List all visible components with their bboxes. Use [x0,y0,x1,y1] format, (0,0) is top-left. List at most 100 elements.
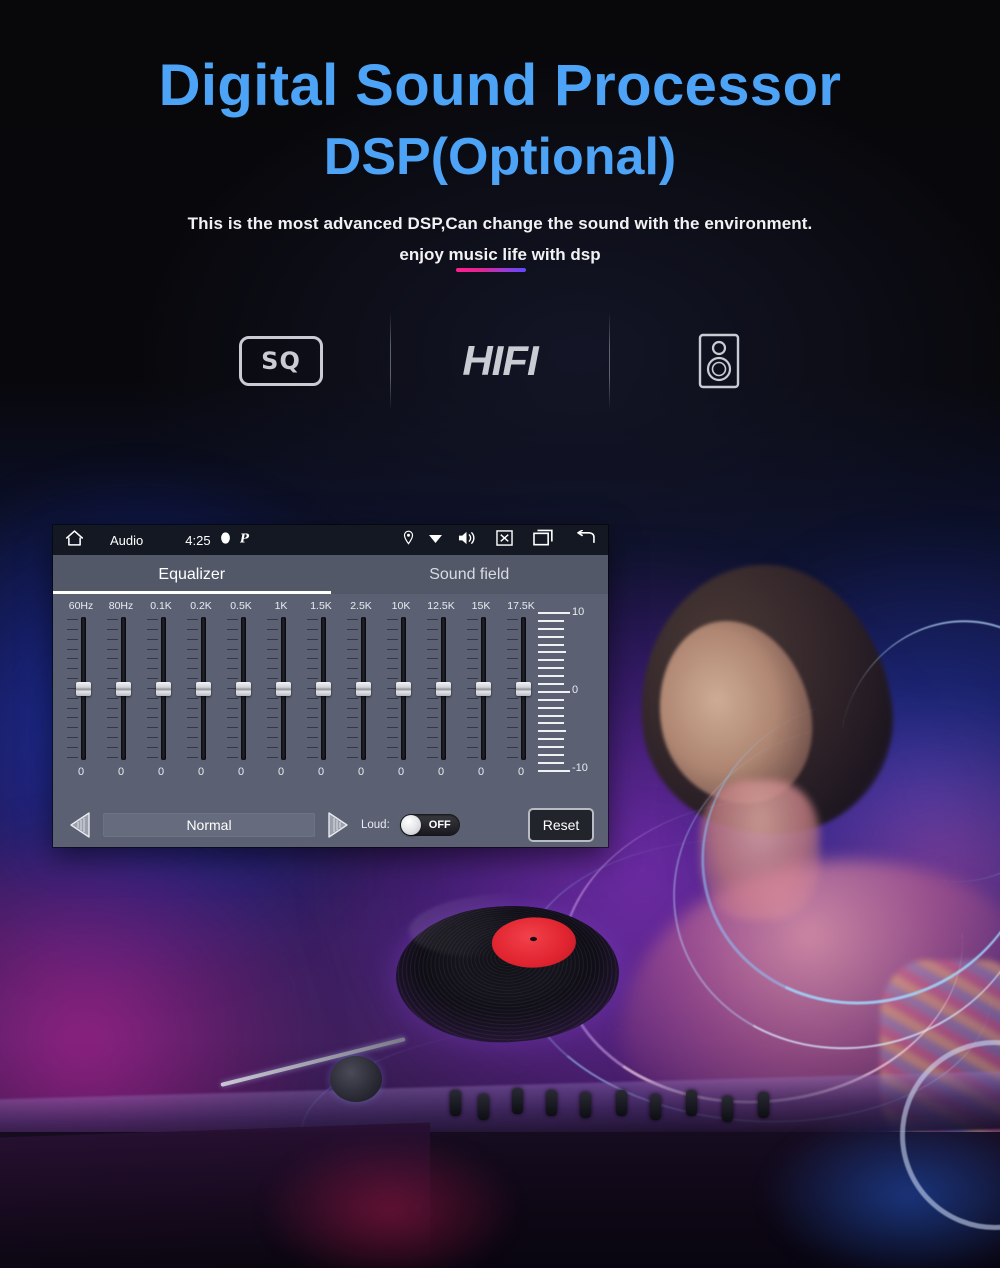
eq-tick [467,638,478,640]
eq-band-2[interactable]: 0.1K 0 [141,600,181,790]
eq-tick [467,756,478,758]
eq-tick [67,638,78,640]
eq-band-thumb[interactable] [236,681,251,696]
eq-band-slider[interactable] [347,617,375,760]
eq-band-slider[interactable] [227,617,255,760]
eq-band-7[interactable]: 2.5K 0 [341,600,381,790]
back-icon[interactable] [575,529,596,550]
eq-tick [507,648,518,650]
eq-tick [347,678,358,680]
eq-band-frequency-label: 80Hz [108,600,134,612]
eq-tick [427,717,438,719]
gain-scale-tick [538,730,566,733]
sq-badge-label: SQ [261,347,301,375]
eq-band-thumb[interactable] [196,681,211,696]
dsp-equalizer-screen[interactable]: Audio 4:25 P Equalizer Sound field 60Hz … [53,525,608,847]
volume-icon[interactable] [457,530,476,551]
next-preset-button[interactable] [325,811,351,839]
eq-band-slider[interactable] [187,617,215,760]
eq-tick [267,619,278,620]
eq-tick [187,628,198,630]
close-box-icon[interactable] [496,529,513,551]
eq-band-value: 0 [397,766,405,778]
eq-band-9[interactable]: 12.5K 0 [421,600,461,790]
eq-band-8[interactable]: 10K 0 [381,600,421,790]
arrow-right-icon [328,812,348,838]
location-pin-icon[interactable] [403,530,414,550]
eq-band-slider[interactable] [427,617,455,760]
eq-band-thumb[interactable] [516,681,531,696]
eq-band-thumb[interactable] [156,681,171,696]
eq-tick [227,628,238,630]
gain-scale-tick [538,714,564,717]
oval-indicator-icon [220,531,231,550]
tab-sound-field[interactable]: Sound field [331,555,609,594]
eq-band-4[interactable]: 0.5K 0 [221,600,261,790]
eq-band-thumb[interactable] [316,681,331,696]
eq-tick [347,619,358,620]
eq-tick [107,648,118,650]
eq-band-slider[interactable] [467,617,495,760]
eq-tick [267,707,278,709]
eq-tick [307,638,318,640]
eq-tick [67,668,78,670]
wifi-icon[interactable] [428,531,443,549]
eq-tick [227,756,238,758]
eq-band-thumb[interactable] [276,681,291,696]
recents-icon[interactable] [533,529,555,551]
eq-band-slider[interactable] [67,617,95,760]
eq-band-1[interactable]: 80Hz 0 [101,600,141,790]
eq-band-thumb[interactable] [356,681,371,696]
prev-preset-button[interactable] [67,811,93,839]
eq-tick [427,737,438,739]
gain-scale-tick [538,635,564,638]
loudness-toggle[interactable]: OFF [399,814,460,836]
eq-band-11[interactable]: 17.5K 0 [501,600,541,790]
eq-tick [467,737,478,739]
eq-tick [347,756,358,758]
eq-band-slider[interactable] [507,617,535,760]
page-title-line2: DSP(Optional) [323,128,677,187]
eq-tick [227,746,238,748]
eq-tick [387,707,398,709]
eq-band-5[interactable]: 1K 0 [261,600,301,790]
eq-band-thumb[interactable] [396,681,411,696]
gain-scale-label-top: 10 [572,606,585,618]
eq-band-slider[interactable] [387,617,415,760]
eq-tick [227,717,238,719]
eq-band-10[interactable]: 15K 0 [461,600,501,790]
eq-band-value: 0 [197,766,205,778]
eq-band-3[interactable]: 0.2K 0 [181,600,221,790]
eq-tick [227,697,238,699]
eq-tick [67,619,78,620]
eq-band-frequency-label: 12.5K [427,600,455,612]
home-icon[interactable] [65,529,84,552]
eq-band-slider[interactable] [147,617,175,760]
tab-equalizer-label: Equalizer [158,565,226,583]
preset-field[interactable]: Normal [103,813,315,837]
tab-equalizer[interactable]: Equalizer [53,555,331,594]
eq-band-slider[interactable] [307,617,335,760]
eq-band-6[interactable]: 1.5K 0 [301,600,341,790]
eq-tick [227,638,238,640]
mixer-knob [686,1090,697,1116]
audio-tabs: Equalizer Sound field [53,555,608,594]
mixer-knob [580,1092,591,1118]
eq-band-thumb[interactable] [116,681,131,696]
eq-band-thumb[interactable] [476,681,491,696]
eq-tick [427,638,438,640]
reset-button[interactable]: Reset [528,808,594,842]
eq-band-thumb[interactable] [436,681,451,696]
eq-band-thumb[interactable] [76,681,91,696]
eq-tick [307,727,318,729]
page-title-line1: Digital Sound Processor [158,53,842,118]
eq-tick [347,668,358,670]
eq-tick [307,697,318,699]
mixer-knob [616,1090,627,1116]
eq-tick [147,668,158,670]
eq-tick [107,638,118,640]
eq-band-slider[interactable] [107,617,135,760]
eq-tick [227,648,238,650]
eq-band-0[interactable]: 60Hz 0 [61,600,101,790]
eq-band-slider[interactable] [267,617,295,760]
